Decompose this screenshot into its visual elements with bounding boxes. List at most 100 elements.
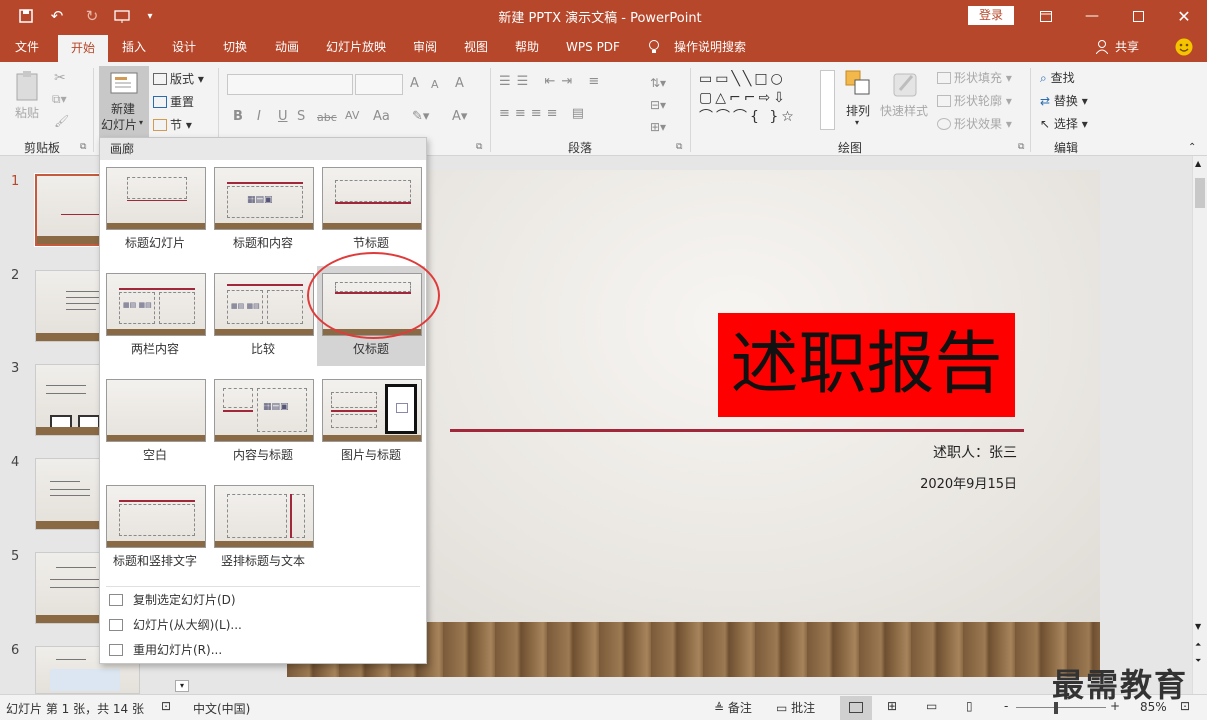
menu-reuse-slides[interactable]: 重用幻灯片(R)...	[106, 639, 420, 661]
tab-view[interactable]: 视图	[454, 32, 498, 62]
slide-date[interactable]: 2020年9月15日	[887, 473, 1017, 492]
ribbon-display-icon[interactable]	[1023, 0, 1069, 32]
reset-button[interactable]: 重置	[153, 93, 194, 110]
collapse-ribbon-icon[interactable]: ⌃	[1188, 142, 1196, 153]
change-case-button[interactable]: Aa	[373, 109, 390, 124]
format-painter-icon[interactable]: 🖌	[54, 114, 69, 128]
layout-label: 图片与标题	[340, 448, 401, 462]
layout-title-slide[interactable]: 标题幻灯片	[101, 160, 209, 260]
paragraph-launcher-icon[interactable]: ⧉	[676, 142, 682, 152]
minimize-icon[interactable]: —	[1069, 0, 1115, 32]
sorter-view-icon[interactable]: ⊞	[887, 699, 897, 713]
comment-icon: ▭	[776, 701, 788, 715]
scroll-up-icon[interactable]: ▲	[1195, 159, 1201, 168]
copy-icon[interactable]: ⧉▾	[52, 92, 67, 107]
tab-design[interactable]: 设计	[162, 32, 206, 62]
cut-icon[interactable]: ✂	[54, 70, 66, 86]
scroll-thumb[interactable]	[1195, 178, 1205, 208]
font-launcher-icon[interactable]: ⧉	[476, 142, 482, 152]
layout-two-content[interactable]: ▦▤ ▦▤ 两栏内容	[101, 266, 209, 366]
text-direction-icons[interactable]: ⇅▾ ⊟▾ ⊞▾	[650, 72, 666, 138]
layout-button[interactable]: 版式 ▾	[153, 70, 204, 87]
layout-section-header[interactable]: 节标题	[317, 160, 425, 260]
tab-help[interactable]: 帮助	[505, 32, 549, 62]
drawing-launcher-icon[interactable]: ⧉	[1018, 142, 1024, 152]
arrange-icon	[845, 70, 873, 101]
clear-format-icon[interactable]: A	[455, 76, 464, 91]
slideshow-view-icon[interactable]: ▯	[966, 699, 973, 713]
tab-wps-pdf[interactable]: WPS PDF	[558, 32, 628, 62]
tell-me-search[interactable]: 操作说明搜索	[668, 32, 752, 62]
shape-outline-button[interactable]: 形状轮廓 ▾	[937, 92, 1012, 109]
notes-button[interactable]: ≜ 备注	[714, 699, 752, 716]
font-size-combo[interactable]	[355, 74, 403, 95]
language-indicator[interactable]: 中文(中国)	[193, 700, 250, 717]
thumbnail-scroll-down-icon[interactable]: ▾	[175, 680, 189, 692]
shape-effects-button[interactable]: 形状效果 ▾	[937, 115, 1012, 132]
layout-picture-caption[interactable]: 图片与标题	[317, 372, 425, 472]
tab-animations[interactable]: 动画	[265, 32, 309, 62]
shape-fill-button[interactable]: 形状填充 ▾	[937, 69, 1012, 86]
zoom-slider-track[interactable]	[1016, 707, 1106, 708]
smiley-icon[interactable]	[1174, 32, 1194, 62]
section-button[interactable]: 节 ▾	[153, 116, 192, 133]
tab-transitions[interactable]: 切换	[213, 32, 257, 62]
strikethrough-button[interactable]: abc	[317, 111, 337, 124]
maximize-icon[interactable]	[1115, 0, 1161, 32]
menu-duplicate-slides[interactable]: 复制选定幻灯片(D)	[106, 589, 420, 611]
shapes-scroll[interactable]	[820, 70, 835, 130]
redo-icon[interactable]: ↻	[80, 0, 104, 32]
font-name-combo[interactable]	[227, 74, 353, 95]
tab-review[interactable]: 审阅	[403, 32, 447, 62]
tab-home[interactable]: 开始	[58, 35, 108, 62]
prev-slide-icon[interactable]: ⏶	[1195, 640, 1201, 650]
customize-icon[interactable]: ▾	[140, 0, 160, 32]
layout-title-content[interactable]: ▦▤▣ 标题和内容	[209, 160, 317, 260]
slide-title[interactable]: 述职报告	[718, 313, 1015, 417]
layout-vertical-title-text[interactable]: 竖排标题与文本	[209, 478, 317, 578]
close-icon[interactable]: ✕	[1161, 0, 1207, 32]
find-button[interactable]: ⌕ 查找	[1040, 69, 1075, 86]
paste-button[interactable]: 粘贴	[15, 104, 39, 121]
vertical-scrollbar[interactable]: ▲ ▼ ⏶ ⏷	[1192, 156, 1207, 694]
list-buttons[interactable]: ☰☰ ⇤⇥ ≡	[499, 74, 605, 89]
next-slide-icon[interactable]: ⏷	[1195, 656, 1201, 666]
tab-file[interactable]: 文件	[4, 32, 50, 62]
layout-content-caption[interactable]: ▦▤▣ 内容与标题	[209, 372, 317, 472]
menu-slides-from-outline[interactable]: 幻灯片(从大纲)(L)...	[106, 614, 420, 636]
share-button[interactable]: 共享	[1112, 32, 1142, 62]
slide-presenter[interactable]: 述职人：张三	[907, 442, 1017, 462]
quick-styles-button[interactable]: 快速样式	[880, 102, 928, 119]
accessibility-icon[interactable]: ⊡	[161, 699, 171, 713]
align-buttons[interactable]: ≡≡≡≡ ▤	[499, 106, 589, 121]
replace-button[interactable]: ⇄ 替换 ▾	[1040, 92, 1088, 109]
layout-title-vertical-text[interactable]: 标题和竖排文字	[101, 478, 209, 578]
shadow-button[interactable]: S	[297, 109, 305, 124]
layout-comparison[interactable]: ▦▤ ▦▤ 比较	[209, 266, 317, 366]
login-button[interactable]: 登录	[968, 6, 1014, 25]
slideshow-icon[interactable]	[108, 0, 136, 32]
underline-button[interactable]: U	[278, 109, 288, 124]
shapes-gallery[interactable]: ▭▭╲╲□○ ▢△⌐⌐⇨⇩ ⌒⌒⌒{ }☆	[699, 70, 819, 130]
comments-button[interactable]: ▭ 批注	[776, 699, 815, 716]
clipboard-launcher-icon[interactable]: ⧉	[80, 142, 86, 152]
bold-button[interactable]: B	[233, 109, 243, 124]
save-icon[interactable]	[12, 0, 40, 32]
scroll-down-icon[interactable]: ▼	[1195, 622, 1201, 631]
normal-view-button[interactable]	[840, 696, 872, 720]
grow-font-icon[interactable]: A	[410, 76, 419, 91]
highlight-icon[interactable]: ✎▾	[412, 109, 429, 124]
select-button[interactable]: ↖ 选择 ▾	[1040, 115, 1088, 132]
tab-slideshow[interactable]: 幻灯片放映	[316, 32, 396, 62]
shrink-font-icon[interactable]: A	[431, 78, 439, 91]
font-color-icon[interactable]: A▾	[452, 109, 467, 124]
reading-view-icon[interactable]: ▭	[926, 699, 937, 713]
italic-button[interactable]: I	[257, 109, 261, 124]
tab-insert[interactable]: 插入	[112, 32, 156, 62]
layout-blank[interactable]: 空白	[101, 372, 209, 472]
arrange-button[interactable]: 排列	[846, 102, 870, 119]
undo-icon[interactable]: ↶	[44, 0, 70, 32]
char-spacing-button[interactable]: AV	[345, 109, 359, 122]
new-slide-button[interactable]: 新建 幻灯片 ▾	[99, 66, 149, 138]
zoom-out-button[interactable]: -	[1004, 699, 1008, 713]
